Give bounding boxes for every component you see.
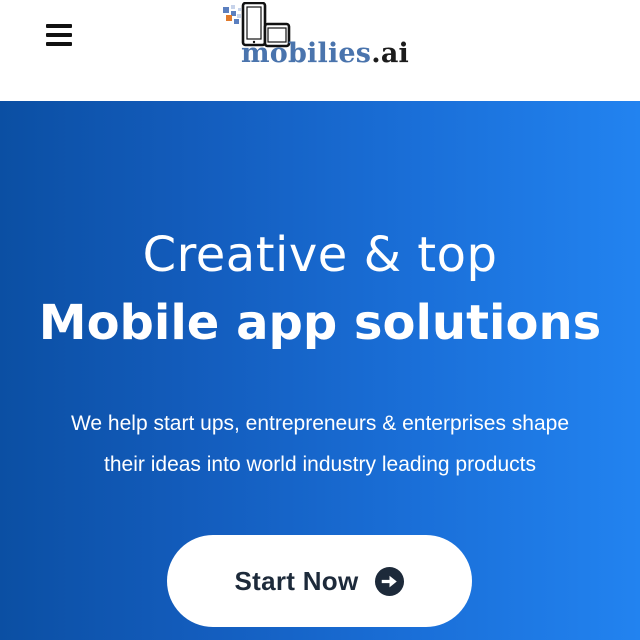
site-logo[interactable]: mobilies.ai [222, 2, 422, 74]
logo-brand-text: mobilies [241, 38, 372, 69]
hero-subtitle-line-1: We help start ups, entrepreneurs & enter… [70, 412, 570, 435]
logo-wordmark: mobilies.ai [241, 40, 409, 67]
hero-subtitle: We help start ups, entrepreneurs & enter… [30, 403, 610, 485]
page: mobilies.ai Creative & top Mobile app so… [0, 0, 640, 640]
start-now-label: Start Now [234, 565, 359, 596]
arrow-right-circle-icon [374, 566, 404, 596]
hero-title-line-2: Mobile app solutions [38, 295, 602, 351]
logo-tld-text: .ai [371, 38, 409, 69]
hamburger-menu-icon[interactable] [46, 24, 72, 46]
hero-subtitle-line-2: their ideas into world industry leading … [104, 453, 536, 476]
hero-section: Creative & top Mobile app solutions We h… [0, 101, 640, 640]
site-header: mobilies.ai [0, 0, 640, 101]
start-now-button[interactable]: Start Now [167, 535, 472, 627]
hero-title-line-1: Creative & top [142, 227, 498, 283]
